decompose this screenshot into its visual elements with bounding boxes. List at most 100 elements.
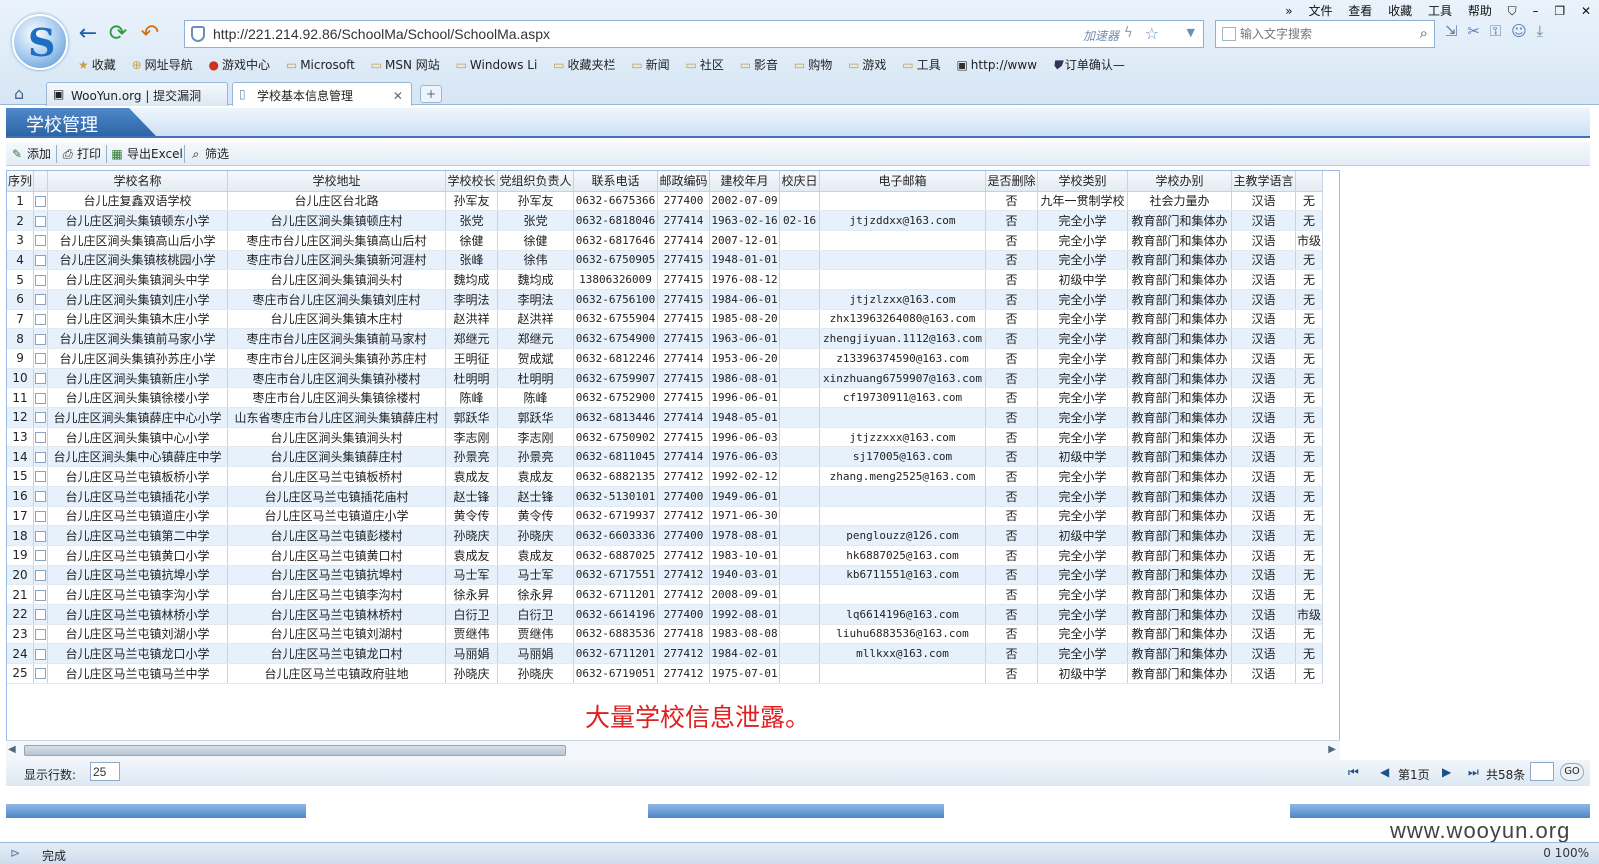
- back-icon[interactable]: ←: [76, 22, 100, 46]
- shirt-icon[interactable]: ⛉: [1508, 4, 1517, 18]
- menu-item-file[interactable]: 文件: [1308, 4, 1332, 18]
- new-tab-button[interactable]: +: [420, 85, 442, 103]
- scissors-icon[interactable]: ✂: [1467, 22, 1480, 40]
- export-excel-button[interactable]: ▦ 导出Excel: [110, 145, 182, 163]
- search-engine-icon[interactable]: [1222, 27, 1236, 41]
- key-icon[interactable]: ⚿: [1490, 22, 1501, 40]
- table-row[interactable]: 23 台儿庄区马兰屯镇刘湖小学 台儿庄区马兰屯镇刘湖村 贾继伟 贾继伟 0632-6883…: [7, 624, 1324, 645]
- next-page-icon[interactable]: ▶: [1442, 765, 1451, 779]
- row-checkbox[interactable]: [35, 274, 47, 286]
- search-icon[interactable]: ⌕: [1420, 24, 1428, 42]
- filter-button[interactable]: ⌕ 筛选: [188, 145, 229, 163]
- row-checkbox[interactable]: [35, 648, 47, 660]
- table-row[interactable]: 6 台儿庄区涧头集镇刘庄小学 枣庄市台儿庄区涧头集镇刘庄村 李明法 李明法 0632-67…: [7, 289, 1324, 310]
- table-row[interactable]: 2 台儿庄区涧头集镇顿东小学 台儿庄区涧头集镇顿庄村 张党 张党 0632-6818046…: [7, 210, 1324, 231]
- first-page-icon[interactable]: ⏮: [1348, 765, 1359, 780]
- fav-item-tools[interactable]: ▭ 工具: [902, 56, 940, 73]
- column-header[interactable]: 邮政编码: [657, 171, 711, 192]
- row-checkbox[interactable]: [35, 235, 47, 247]
- row-checkbox[interactable]: [35, 412, 47, 424]
- rows-per-page-input[interactable]: [90, 762, 120, 781]
- table-row[interactable]: 7 台儿庄区涧头集镇木庄小学 台儿庄区涧头集镇木庄村 赵洪祥 赵洪祥 0632-67559…: [7, 309, 1324, 330]
- scroll-left-icon[interactable]: ◀: [8, 744, 16, 755]
- fav-item-news[interactable]: ▭ 新闻: [631, 56, 669, 73]
- table-row[interactable]: 15 台儿庄区马兰屯镇板桥小学 台儿庄区马兰屯镇板桥村 袁成友 袁成友 0632-6882…: [7, 466, 1324, 487]
- row-checkbox[interactable]: [35, 550, 47, 562]
- horizontal-scrollbar[interactable]: ◀ ▶: [6, 740, 1340, 760]
- fav-item-collect[interactable]: ★ 收藏: [78, 56, 116, 73]
- table-row[interactable]: 18 台儿庄区马兰屯镇第二中学 台儿庄区马兰屯镇彭楼村 孙晓庆 孙晓庆 0632-6603…: [7, 525, 1324, 546]
- table-row[interactable]: 14 台儿庄区涧头集中心镇薛庄中学 台儿庄区涧头集镇薛庄村 孙景亮 孙景亮 0632-68…: [7, 446, 1324, 468]
- fav-item-favbar[interactable]: ▭ 收藏夹栏: [553, 56, 615, 73]
- fav-item-windows[interactable]: ▭ Windows Li: [456, 58, 538, 72]
- column-header[interactable]: 党组织负责人: [497, 171, 575, 192]
- table-row[interactable]: 17 台儿庄区马兰屯镇道庄小学 台儿庄区马兰屯镇道庄小学 黄令传 黄令传 0632-671…: [7, 506, 1324, 527]
- address-bar[interactable]: http://221.214.92.86/SchoolMa/School/Sch…: [184, 20, 1204, 48]
- fav-item-shopping[interactable]: ▭ 购物: [794, 56, 832, 73]
- row-checkbox[interactable]: [35, 628, 47, 640]
- fav-item-media[interactable]: ▭ 影音: [740, 56, 778, 73]
- row-checkbox[interactable]: [35, 668, 47, 680]
- minimize-icon[interactable]: –: [1533, 4, 1539, 18]
- row-checkbox[interactable]: [35, 589, 47, 601]
- table-row[interactable]: 8 台儿庄区涧头集镇前马家小学 枣庄市台儿庄区涧头集镇前马家村 郑继元 郑继元 0632-…: [7, 328, 1324, 349]
- column-header[interactable]: 主教学语言: [1231, 171, 1297, 192]
- undo-icon[interactable]: ↶: [138, 22, 162, 46]
- close-tab-icon[interactable]: ✕: [393, 89, 403, 103]
- row-checkbox[interactable]: [35, 294, 47, 306]
- table-row[interactable]: 19 台儿庄区马兰屯镇黄口小学 台儿庄区马兰屯镇黄口村 袁成友 袁成友 0632-6887…: [7, 545, 1324, 566]
- row-checkbox[interactable]: [35, 333, 47, 345]
- column-header[interactable]: [1295, 171, 1324, 192]
- row-checkbox[interactable]: [35, 530, 47, 542]
- last-page-icon[interactable]: ⏭: [1468, 765, 1479, 780]
- search-input[interactable]: [1240, 25, 1400, 43]
- table-row[interactable]: 4 台儿庄区涧头集镇核桃园小学 枣庄市台儿庄区涧头集镇新河涯村 张峰 徐伟 0632-67…: [7, 250, 1324, 271]
- column-header[interactable]: 建校年月: [709, 171, 781, 192]
- row-checkbox[interactable]: [35, 432, 47, 444]
- fav-item-order[interactable]: ⛊ 订单确认—: [1053, 56, 1125, 73]
- scroll-right-icon[interactable]: ▶: [1328, 744, 1336, 755]
- sidebar-icon[interactable]: ⇲: [1445, 22, 1458, 40]
- restore-icon[interactable]: ❐: [1554, 4, 1565, 18]
- close-icon[interactable]: ✕: [1581, 4, 1591, 18]
- menu-item-help[interactable]: 帮助: [1468, 4, 1492, 18]
- accelerator-label[interactable]: 加速器: [1083, 27, 1119, 44]
- table-row[interactable]: 24 台儿庄区马兰屯镇龙口小学 台儿庄区马兰屯镇龙口村 马丽娟 马丽娟 0632-6711…: [7, 643, 1324, 664]
- page-number-input[interactable]: [1530, 762, 1554, 781]
- fav-item-msn[interactable]: ▭ MSN 网站: [371, 56, 440, 73]
- row-checkbox[interactable]: [35, 313, 47, 325]
- star-icon[interactable]: ☆: [1145, 24, 1159, 43]
- home-icon[interactable]: ⌂: [14, 84, 24, 103]
- scrollbar-thumb[interactable]: [24, 745, 566, 756]
- row-checkbox[interactable]: [35, 569, 47, 581]
- row-checkbox[interactable]: [35, 392, 47, 404]
- fav-item-microsoft[interactable]: ▭ Microsoft: [286, 58, 355, 72]
- go-button[interactable]: GO: [1560, 763, 1584, 781]
- table-row[interactable]: 12 台儿庄区涧头集镇薛庄中心小学 山东省枣庄市台儿庄区涧头集镇薛庄村 郭跃华 郭跃华 0…: [7, 407, 1324, 428]
- row-checkbox[interactable]: [35, 215, 47, 227]
- column-header[interactable]: 学校名称: [47, 171, 229, 192]
- table-row[interactable]: 1 台儿庄复鑫双语学校 台儿庄区台北路 孙军友 孙军友 0632-6675366 27740…: [7, 191, 1324, 212]
- prev-page-icon[interactable]: ◀: [1380, 765, 1389, 779]
- download-icon[interactable]: ⤓: [1537, 22, 1544, 40]
- column-header[interactable]: [33, 171, 49, 192]
- fav-item-games-center[interactable]: ● 游戏中心: [209, 56, 271, 73]
- tab-school-info[interactable]: ▯ 学校基本信息管理 ✕: [232, 82, 412, 106]
- column-header[interactable]: 学校地址: [227, 171, 447, 192]
- table-row[interactable]: 5 台儿庄区涧头集镇涧头中学 台儿庄区涧头集镇涧头村 魏均成 魏均成 1380632600…: [7, 269, 1324, 290]
- address-url[interactable]: http://221.214.92.86/SchoolMa/School/Sch…: [213, 26, 550, 42]
- table-row[interactable]: 21 台儿庄区马兰屯镇李沟小学 台儿庄区马兰屯镇李沟村 徐永昇 徐永昇 0632-6711…: [7, 584, 1324, 605]
- smiley-icon[interactable]: ☺: [1511, 22, 1527, 40]
- table-row[interactable]: 11 台儿庄区涧头集镇徐楼小学 枣庄市台儿庄区涧头集镇徐楼村 陈峰 陈峰 0632-675…: [7, 387, 1324, 409]
- column-header[interactable]: 学校办别: [1127, 171, 1233, 192]
- column-header[interactable]: 电子邮箱: [819, 171, 987, 192]
- row-checkbox[interactable]: [35, 254, 47, 266]
- fav-item-games[interactable]: ▭ 游戏: [848, 56, 886, 73]
- column-header[interactable]: 是否删除: [985, 171, 1039, 192]
- table-row[interactable]: 9 台儿庄区涧头集镇孙苏庄小学 枣庄市台儿庄区涧头集镇孙苏庄村 王明征 贺成斌 0632-…: [7, 348, 1324, 369]
- menu-item-favorites[interactable]: 收藏: [1388, 4, 1412, 18]
- row-checkbox[interactable]: [35, 471, 47, 483]
- fav-item-community[interactable]: ▭ 社区: [686, 56, 724, 73]
- row-checkbox[interactable]: [35, 373, 47, 385]
- table-row[interactable]: 10 台儿庄区涧头集镇新庄小学 枣庄市台儿庄区涧头集镇孙楼村 杜明明 杜明明 0632-6…: [7, 368, 1324, 389]
